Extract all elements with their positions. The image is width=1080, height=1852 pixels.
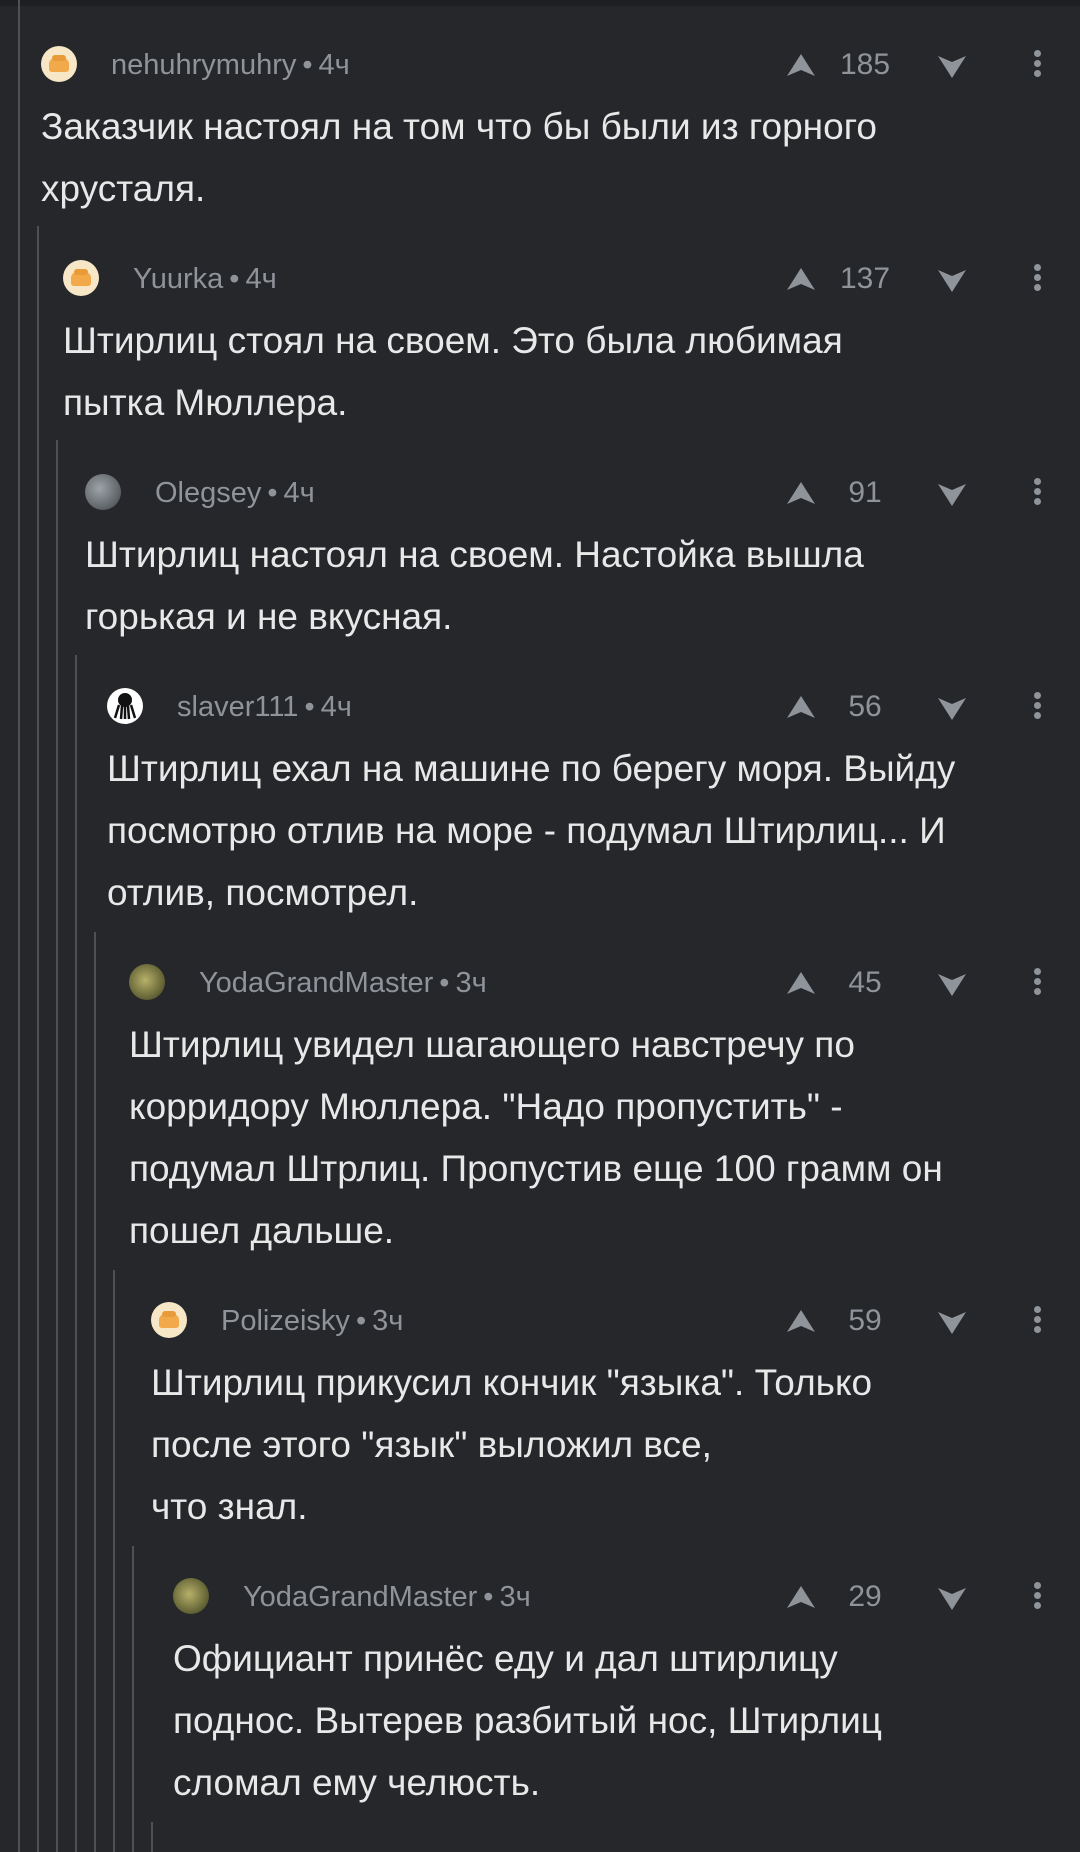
author-name[interactable]: YodaGrandMaster [243,1581,477,1613]
comment-time: 3ч [372,1305,404,1337]
more-options-icon[interactable] [1030,966,1044,1000]
separator: • [229,263,240,295]
comment-time: 4ч [318,49,350,81]
comment-text: Официант принёс еду и дал штирлицу подно… [173,1638,882,1803]
author-name[interactable]: nehuhrymuhry [111,49,296,81]
author-meta: slaver111 • 4ч [177,690,352,724]
downvote-arrow-icon[interactable] [937,54,967,80]
author-meta: Yuurka • 4ч [133,262,277,296]
upvote-arrow-icon[interactable] [786,694,816,720]
more-options-icon[interactable] [1030,476,1044,510]
comment-time: 3ч [499,1581,531,1613]
author-meta: Olegsey • 4ч [155,476,315,510]
author-name[interactable]: Olegsey [155,477,261,509]
default-avatar[interactable] [151,1302,187,1338]
vote-score: 56 [848,690,882,723]
comment-text: Штирлиц стоял на своем. Это была любимая… [63,320,843,423]
comment-header: slaver111 • 4ч 56 [0,682,1080,730]
thread-line[interactable] [56,440,58,1852]
yoda-avatar[interactable] [129,964,165,1000]
downvote-arrow-icon[interactable] [937,482,967,508]
author-name[interactable]: slaver111 [177,691,298,723]
comment-text: Штирлиц ехал на машине по берегу моря. В… [107,748,956,913]
comment-header: YodaGrandMaster • 3ч 29 [0,1572,1080,1620]
comment-text: Штирлиц прикусил кончик "языка". Только … [151,1362,873,1527]
thread-line[interactable] [113,1270,115,1852]
default-avatar[interactable] [63,260,99,296]
more-options-icon[interactable] [1030,48,1044,82]
separator: • [304,691,315,723]
vote-score: 45 [848,966,882,999]
more-options-icon[interactable] [1030,1304,1044,1338]
downvote-arrow-icon[interactable] [937,1586,967,1612]
author-name[interactable]: Polizeisky [221,1305,350,1337]
more-options-icon[interactable] [1030,1580,1044,1614]
upvote-arrow-icon[interactable] [786,480,816,506]
downvote-arrow-icon[interactable] [937,696,967,722]
vote-score: 185 [839,48,891,81]
separator: • [355,1305,367,1337]
separator: • [483,1581,494,1613]
comment-time: 4ч [245,263,277,295]
comment-header: Olegsey • 4ч 91 [0,468,1080,516]
yoda-avatar[interactable] [173,1578,209,1614]
upvote-arrow-icon[interactable] [786,52,816,78]
comment-header: YodaGrandMaster • 3ч 45 [0,958,1080,1006]
separator: • [439,967,450,999]
vote-score: 91 [848,476,882,509]
author-name[interactable]: YodaGrandMaster [199,967,433,999]
author-meta: nehuhrymuhry • 4ч [111,48,350,82]
comment-header: Polizeisky • 3ч 59 [0,1296,1080,1344]
author-name[interactable]: Yuurka [133,263,223,295]
author-meta: YodaGrandMaster • 3ч [243,1580,531,1614]
comment-text: Штирлиц увидел шагающего навстречу по ко… [129,1024,943,1251]
separator: • [302,49,313,81]
comment-header: nehuhrymuhry • 4ч 185 [0,40,1080,88]
comment-text: Штирлиц настоял на своем. Настойка вышла… [85,534,864,637]
upvote-arrow-icon[interactable] [786,1584,816,1610]
author-meta: Polizeisky • 3ч [221,1304,403,1338]
downvote-arrow-icon[interactable] [937,1310,967,1336]
comment-time: 3ч [455,967,487,999]
separator: • [267,477,278,509]
comment-text: Заказчик настоял на том что бы были из г… [41,106,877,209]
thread-line[interactable] [75,655,77,1852]
octopus-avatar[interactable] [107,688,143,724]
default-avatar[interactable] [41,46,77,82]
vote-score: 29 [848,1580,882,1613]
octopus-icon [113,693,137,720]
more-options-icon[interactable] [1030,262,1044,296]
thread-line[interactable] [151,1822,153,1852]
comment-header: Yuurka • 4ч 137 [0,254,1080,302]
vote-score: 59 [848,1304,882,1337]
more-options-icon[interactable] [1030,690,1044,724]
downvote-arrow-icon[interactable] [937,972,967,998]
upvote-arrow-icon[interactable] [786,1308,816,1334]
comment-time: 4ч [283,477,315,509]
comment-time: 4ч [320,691,352,723]
upvote-arrow-icon[interactable] [786,970,816,996]
thread-line[interactable] [94,932,96,1852]
vote-score: 137 [839,262,891,295]
top-edge [0,0,1080,6]
downvote-arrow-icon[interactable] [937,268,967,294]
cat-avatar[interactable] [85,474,121,510]
upvote-arrow-icon[interactable] [786,266,816,292]
author-meta: YodaGrandMaster • 3ч [199,966,487,1000]
